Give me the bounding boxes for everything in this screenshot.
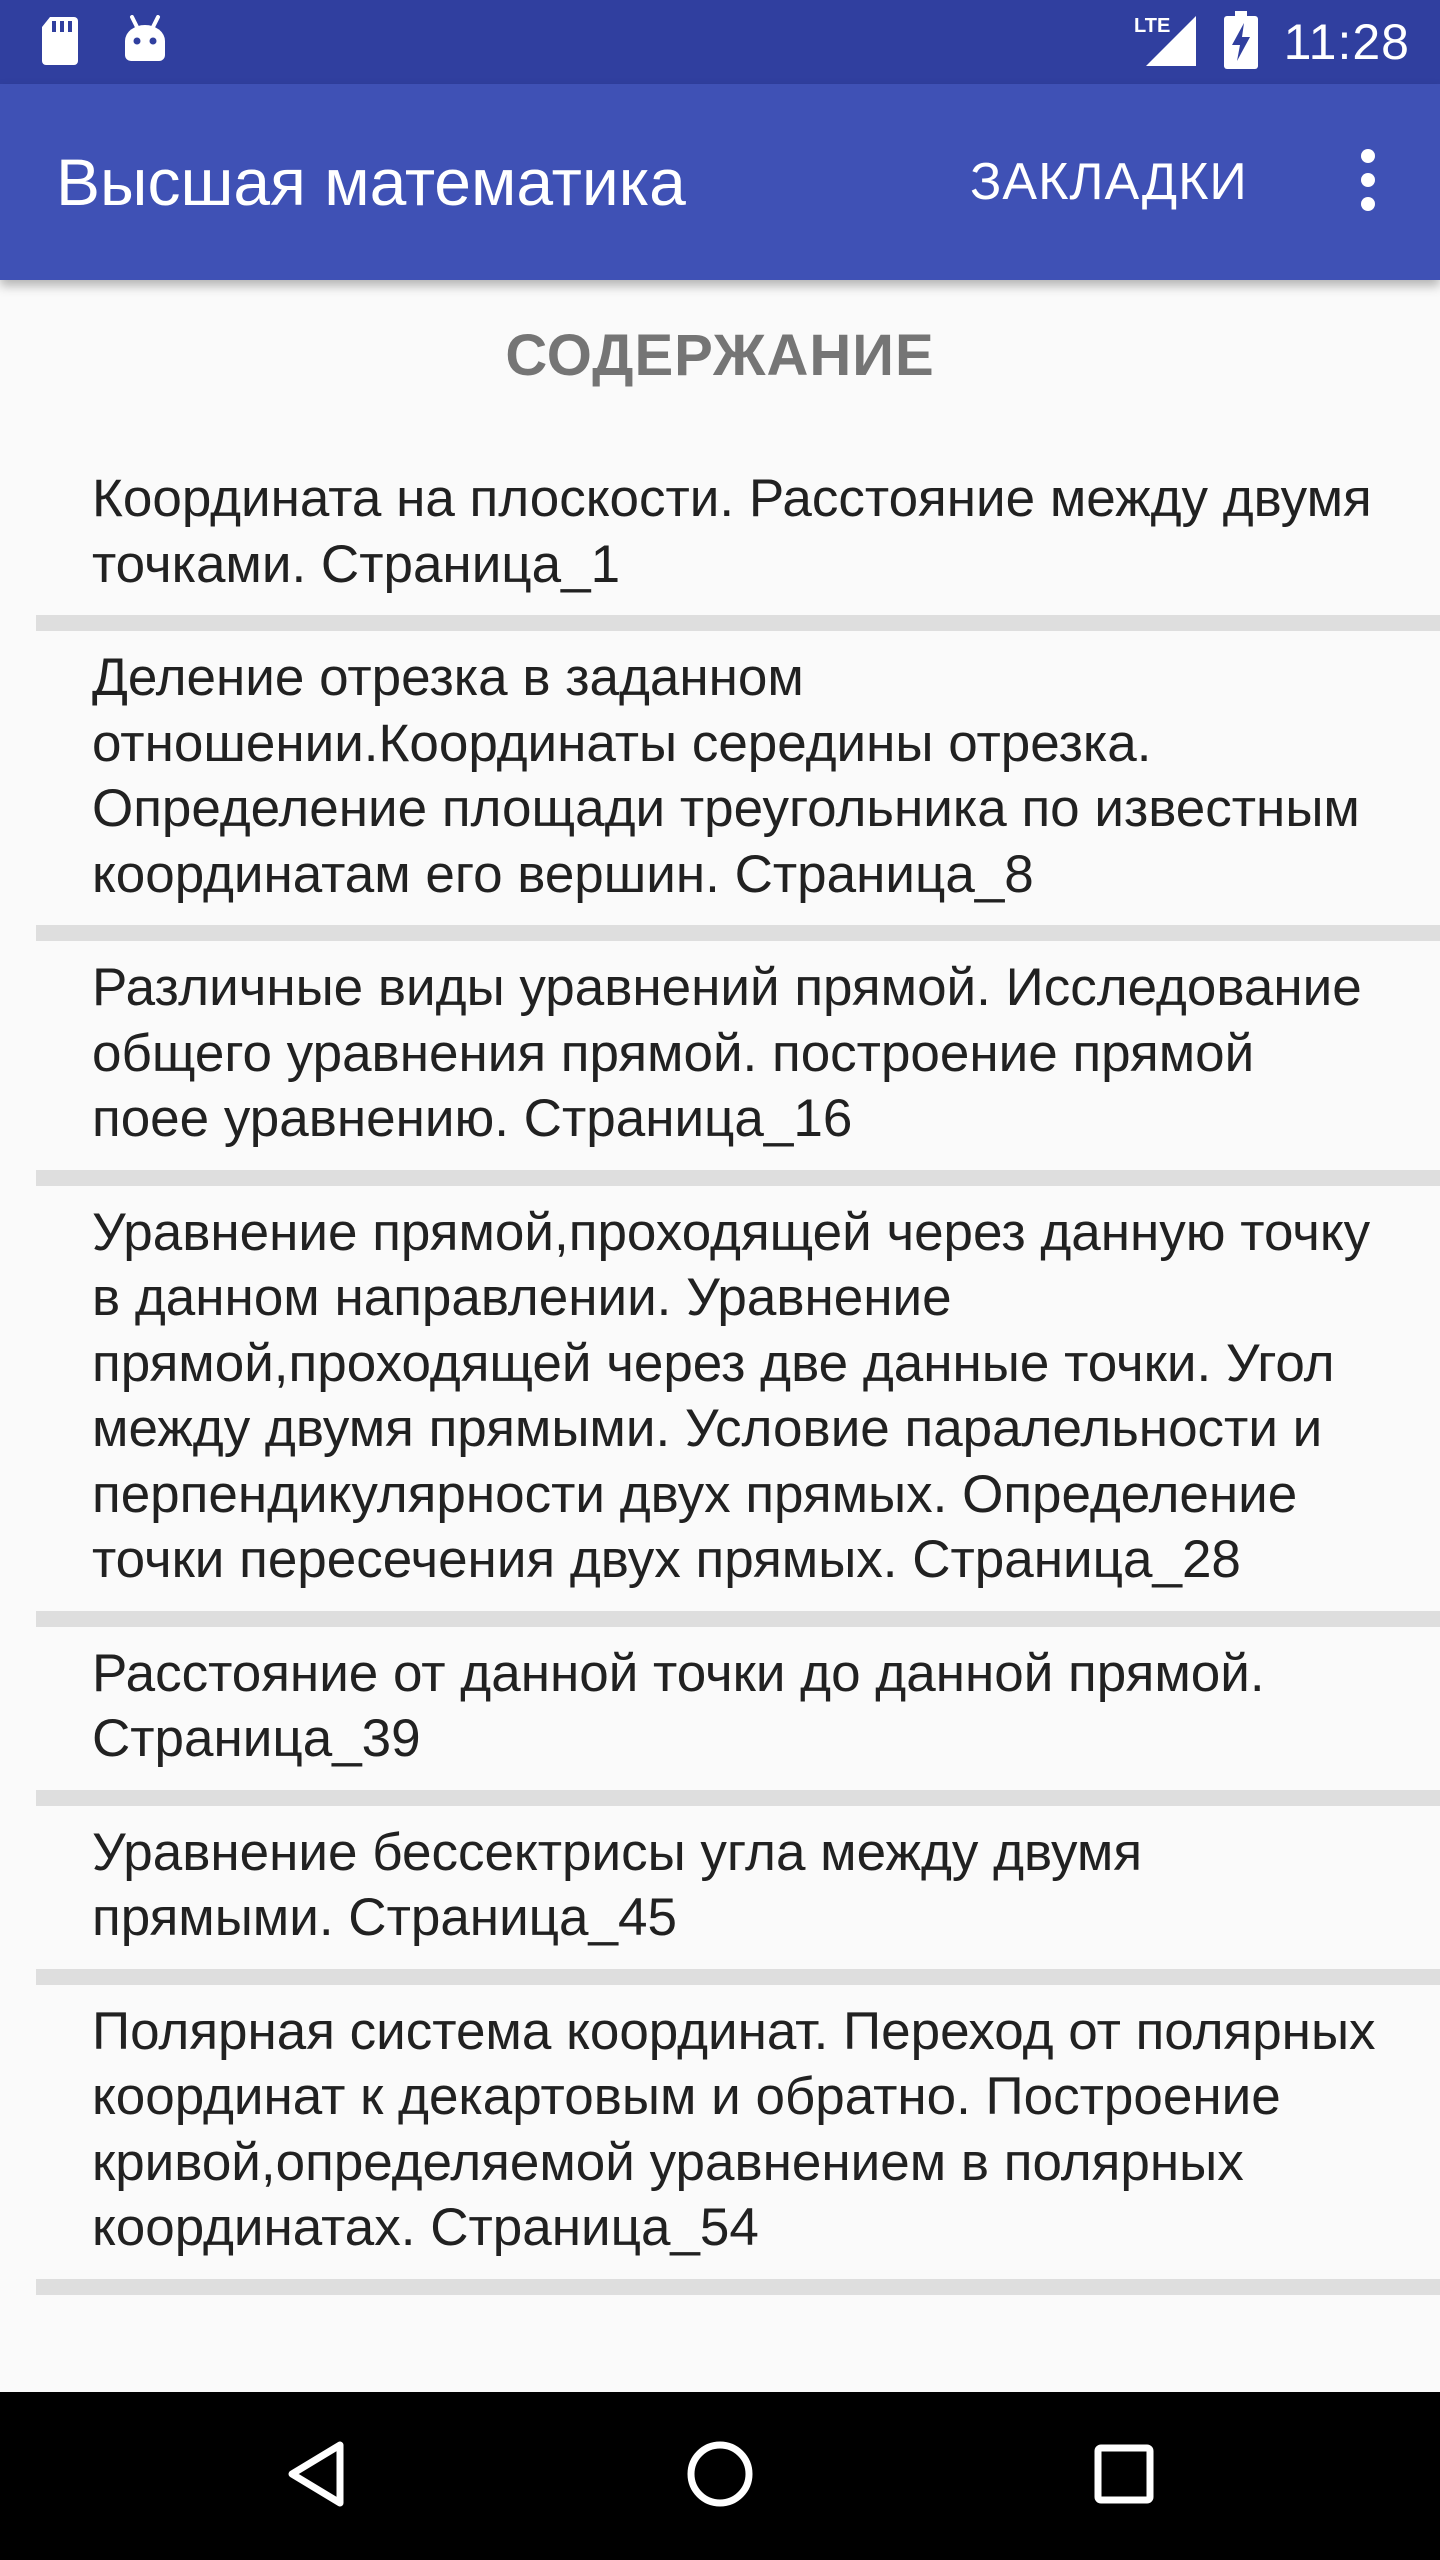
- status-time: 11:28: [1283, 14, 1410, 70]
- contents-item-text: Расстояние от данной точки до данной пря…: [92, 1643, 1265, 1769]
- back-button[interactable]: [266, 2426, 366, 2526]
- contents-heading: СОДЕРЖАНИЕ: [505, 323, 935, 388]
- contents-item[interactable]: Полярная система координат. Переход от п…: [36, 1985, 1440, 2295]
- contents-item[interactable]: Уравнение бессектрисы угла между двумя п…: [36, 1806, 1440, 1985]
- recents-icon: [1092, 2442, 1156, 2511]
- contents-item-text: Различные виды уравнений прямой. Исследо…: [92, 958, 1362, 1148]
- recents-button[interactable]: [1074, 2426, 1174, 2526]
- contents-screen: СОДЕРЖАНИЕ Координата на плоскости. Расс…: [0, 280, 1440, 2392]
- sd-card-icon: [40, 15, 80, 70]
- bookmarks-button[interactable]: ЗАКЛАДКИ: [970, 84, 1248, 280]
- more-vert-icon: [1358, 148, 1378, 217]
- android-icon: [122, 14, 168, 70]
- contents-item-text: Координата на плоскости. Расстояние межд…: [92, 469, 1372, 594]
- contents-item[interactable]: Расстояние от данной точки до данной пря…: [36, 1627, 1440, 1806]
- overflow-menu-button[interactable]: [1320, 134, 1416, 230]
- navigation-bar: [0, 2392, 1440, 2560]
- contents-item[interactable]: Деление отрезка в заданном отношении.Коо…: [36, 631, 1440, 941]
- screen: LTE 11:28 Высшая математика ЗАКЛАДКИ СОД…: [0, 0, 1440, 2560]
- contents-item-text: Полярная система координат. Переход от п…: [92, 2001, 1376, 2258]
- status-bar: LTE 11:28: [0, 0, 1440, 84]
- svg-text:LTE: LTE: [1134, 15, 1170, 37]
- contents-list: Координата на плоскости. Расстояние межд…: [36, 452, 1440, 2295]
- contents-item-text: Деление отрезка в заданном отношении.Коо…: [92, 648, 1360, 904]
- app-title: Высшая математика: [56, 145, 686, 219]
- home-icon: [685, 2439, 755, 2514]
- app-bar: Высшая математика ЗАКЛАДКИ: [0, 84, 1440, 280]
- contents-item-text: Уравнение бессектрисы угла между двумя п…: [92, 1822, 1143, 1948]
- battery-charging-icon: [1223, 10, 1258, 74]
- home-button[interactable]: [670, 2426, 770, 2526]
- contents-item[interactable]: Координата на плоскости. Расстояние межд…: [36, 452, 1440, 631]
- contents-item-text: Уравнение прямой,проходящей через данную…: [92, 1202, 1371, 1590]
- lte-signal-icon: LTE: [1132, 12, 1198, 73]
- contents-item[interactable]: Различные виды уравнений прямой. Исследо…: [36, 941, 1440, 1186]
- back-icon: [284, 2439, 348, 2514]
- contents-item[interactable]: Уравнение прямой,проходящей через данную…: [36, 1186, 1440, 1627]
- status-system: LTE 11:28: [1132, 10, 1410, 74]
- status-notifications: [40, 14, 168, 70]
